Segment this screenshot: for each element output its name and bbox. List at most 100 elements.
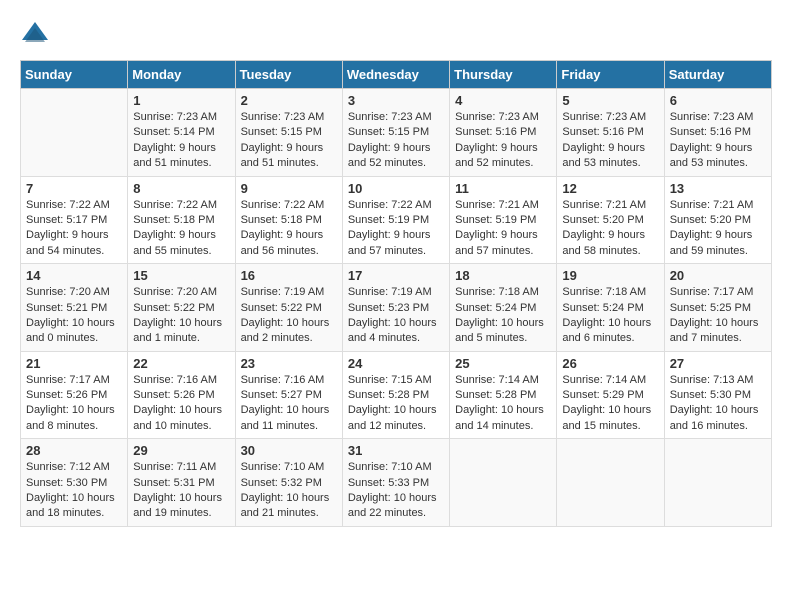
day-number: 5 bbox=[562, 93, 658, 108]
calendar-cell: 7 Sunrise: 7:22 AMSunset: 5:17 PMDaylight… bbox=[21, 176, 128, 264]
day-number: 20 bbox=[670, 268, 766, 283]
calendar-cell: 17Sunrise: 7:19 AMSunset: 5:23 PMDayligh… bbox=[342, 264, 449, 352]
calendar-cell bbox=[557, 439, 664, 527]
weekday-header-sunday: Sunday bbox=[21, 61, 128, 89]
weekday-header-monday: Monday bbox=[128, 61, 235, 89]
day-info: Sunrise: 7:17 AMSunset: 5:25 PMDaylight:… bbox=[670, 285, 766, 347]
day-number: 12 bbox=[562, 181, 658, 196]
weekday-header-tuesday: Tuesday bbox=[235, 61, 342, 89]
logo bbox=[20, 20, 54, 50]
day-info: Sunrise: 7:17 AMSunset: 5:26 PMDaylight:… bbox=[26, 373, 122, 435]
day-number: 28 bbox=[26, 443, 122, 458]
day-number: 24 bbox=[348, 356, 444, 371]
calendar-cell: 21Sunrise: 7:17 AMSunset: 5:26 PMDayligh… bbox=[21, 351, 128, 439]
calendar-cell: 18 Sunrise: 7:18 AMSunset: 5:24 PMDayligh… bbox=[450, 264, 557, 352]
day-info: Sunrise: 7:23 AMSunset: 5:15 PMDaylight:… bbox=[241, 110, 337, 172]
day-info: Sunrise: 7:23 AMSunset: 5:16 PMDaylight:… bbox=[562, 110, 658, 172]
calendar-cell: 27 Sunrise: 7:13 AMSunset: 5:30 PMDayligh… bbox=[664, 351, 771, 439]
weekday-header-saturday: Saturday bbox=[664, 61, 771, 89]
day-number: 2 bbox=[241, 93, 337, 108]
day-info: Sunrise: 7:21 AMSunset: 5:20 PMDaylight:… bbox=[670, 198, 766, 260]
day-number: 15 bbox=[133, 268, 229, 283]
day-number: 27 bbox=[670, 356, 766, 371]
calendar-cell bbox=[450, 439, 557, 527]
day-info: Sunrise: 7:16 AMSunset: 5:27 PMDaylight:… bbox=[241, 373, 337, 435]
calendar-cell: 14Sunrise: 7:20 AMSunset: 5:21 PMDayligh… bbox=[21, 264, 128, 352]
calendar-cell: 10 Sunrise: 7:22 AMSunset: 5:19 PMDayligh… bbox=[342, 176, 449, 264]
day-info: Sunrise: 7:21 AMSunset: 5:19 PMDaylight:… bbox=[455, 198, 551, 260]
calendar-cell: 26 Sunrise: 7:14 AMSunset: 5:29 PMDayligh… bbox=[557, 351, 664, 439]
day-number: 19 bbox=[562, 268, 658, 283]
day-info: Sunrise: 7:19 AMSunset: 5:23 PMDaylight:… bbox=[348, 285, 444, 347]
calendar-cell: 12 Sunrise: 7:21 AMSunset: 5:20 PMDayligh… bbox=[557, 176, 664, 264]
day-number: 30 bbox=[241, 443, 337, 458]
day-info: Sunrise: 7:14 AMSunset: 5:28 PMDaylight:… bbox=[455, 373, 551, 435]
day-number: 16 bbox=[241, 268, 337, 283]
weekday-header-thursday: Thursday bbox=[450, 61, 557, 89]
calendar-cell: 5 Sunrise: 7:23 AMSunset: 5:16 PMDaylight… bbox=[557, 89, 664, 177]
calendar-week-row: 7 Sunrise: 7:22 AMSunset: 5:17 PMDaylight… bbox=[21, 176, 772, 264]
calendar-cell: 29 Sunrise: 7:11 AMSunset: 5:31 PMDayligh… bbox=[128, 439, 235, 527]
calendar-cell: 19Sunrise: 7:18 AMSunset: 5:24 PMDayligh… bbox=[557, 264, 664, 352]
day-info: Sunrise: 7:13 AMSunset: 5:30 PMDaylight:… bbox=[670, 373, 766, 435]
calendar-cell: 1 Sunrise: 7:23 AMSunset: 5:14 PMDaylight… bbox=[128, 89, 235, 177]
day-info: Sunrise: 7:10 AMSunset: 5:33 PMDaylight:… bbox=[348, 460, 444, 522]
calendar-cell: 16 Sunrise: 7:19 AMSunset: 5:22 PMDayligh… bbox=[235, 264, 342, 352]
day-number: 25 bbox=[455, 356, 551, 371]
day-number: 9 bbox=[241, 181, 337, 196]
day-number: 10 bbox=[348, 181, 444, 196]
weekday-header-friday: Friday bbox=[557, 61, 664, 89]
calendar-cell: 31 Sunrise: 7:10 AMSunset: 5:33 PMDayligh… bbox=[342, 439, 449, 527]
day-number: 3 bbox=[348, 93, 444, 108]
day-info: Sunrise: 7:22 AMSunset: 5:19 PMDaylight:… bbox=[348, 198, 444, 260]
day-info: Sunrise: 7:11 AMSunset: 5:31 PMDaylight:… bbox=[133, 460, 229, 522]
day-info: Sunrise: 7:23 AMSunset: 5:16 PMDaylight:… bbox=[670, 110, 766, 172]
calendar-week-row: 1 Sunrise: 7:23 AMSunset: 5:14 PMDaylight… bbox=[21, 89, 772, 177]
calendar-cell: 13 Sunrise: 7:21 AMSunset: 5:20 PMDayligh… bbox=[664, 176, 771, 264]
weekday-header-wednesday: Wednesday bbox=[342, 61, 449, 89]
day-number: 23 bbox=[241, 356, 337, 371]
day-info: Sunrise: 7:10 AMSunset: 5:32 PMDaylight:… bbox=[241, 460, 337, 522]
calendar-cell: 11 Sunrise: 7:21 AMSunset: 5:19 PMDayligh… bbox=[450, 176, 557, 264]
day-info: Sunrise: 7:14 AMSunset: 5:29 PMDaylight:… bbox=[562, 373, 658, 435]
calendar-cell: 9 Sunrise: 7:22 AMSunset: 5:18 PMDaylight… bbox=[235, 176, 342, 264]
day-number: 6 bbox=[670, 93, 766, 108]
day-number: 8 bbox=[133, 181, 229, 196]
day-number: 18 bbox=[455, 268, 551, 283]
day-number: 4 bbox=[455, 93, 551, 108]
page-header bbox=[20, 20, 772, 50]
calendar-week-row: 14Sunrise: 7:20 AMSunset: 5:21 PMDayligh… bbox=[21, 264, 772, 352]
calendar-week-row: 28 Sunrise: 7:12 AMSunset: 5:30 PMDayligh… bbox=[21, 439, 772, 527]
calendar-cell: 28 Sunrise: 7:12 AMSunset: 5:30 PMDayligh… bbox=[21, 439, 128, 527]
calendar-cell: 23 Sunrise: 7:16 AMSunset: 5:27 PMDayligh… bbox=[235, 351, 342, 439]
day-number: 13 bbox=[670, 181, 766, 196]
calendar-cell: 4 Sunrise: 7:23 AMSunset: 5:16 PMDaylight… bbox=[450, 89, 557, 177]
day-info: Sunrise: 7:22 AMSunset: 5:18 PMDaylight:… bbox=[241, 198, 337, 260]
calendar-cell: 22Sunrise: 7:16 AMSunset: 5:26 PMDayligh… bbox=[128, 351, 235, 439]
day-info: Sunrise: 7:23 AMSunset: 5:14 PMDaylight:… bbox=[133, 110, 229, 172]
calendar-cell bbox=[664, 439, 771, 527]
day-info: Sunrise: 7:15 AMSunset: 5:28 PMDaylight:… bbox=[348, 373, 444, 435]
day-info: Sunrise: 7:18 AMSunset: 5:24 PMDaylight:… bbox=[455, 285, 551, 347]
day-info: Sunrise: 7:22 AMSunset: 5:17 PMDaylight:… bbox=[26, 198, 122, 260]
day-info: Sunrise: 7:23 AMSunset: 5:16 PMDaylight:… bbox=[455, 110, 551, 172]
day-info: Sunrise: 7:21 AMSunset: 5:20 PMDaylight:… bbox=[562, 198, 658, 260]
day-info: Sunrise: 7:23 AMSunset: 5:15 PMDaylight:… bbox=[348, 110, 444, 172]
calendar-cell: 2 Sunrise: 7:23 AMSunset: 5:15 PMDaylight… bbox=[235, 89, 342, 177]
calendar-cell: 8Sunrise: 7:22 AMSunset: 5:18 PMDaylight… bbox=[128, 176, 235, 264]
calendar-table: SundayMondayTuesdayWednesdayThursdayFrid… bbox=[20, 60, 772, 527]
day-number: 26 bbox=[562, 356, 658, 371]
day-number: 1 bbox=[133, 93, 229, 108]
calendar-cell: 6 Sunrise: 7:23 AMSunset: 5:16 PMDaylight… bbox=[664, 89, 771, 177]
calendar-week-row: 21Sunrise: 7:17 AMSunset: 5:26 PMDayligh… bbox=[21, 351, 772, 439]
day-number: 31 bbox=[348, 443, 444, 458]
calendar-cell: 25 Sunrise: 7:14 AMSunset: 5:28 PMDayligh… bbox=[450, 351, 557, 439]
day-info: Sunrise: 7:19 AMSunset: 5:22 PMDaylight:… bbox=[241, 285, 337, 347]
calendar-cell: 3 Sunrise: 7:23 AMSunset: 5:15 PMDaylight… bbox=[342, 89, 449, 177]
day-info: Sunrise: 7:16 AMSunset: 5:26 PMDaylight:… bbox=[133, 373, 229, 435]
day-info: Sunrise: 7:12 AMSunset: 5:30 PMDaylight:… bbox=[26, 460, 122, 522]
day-number: 7 bbox=[26, 181, 122, 196]
calendar-cell bbox=[21, 89, 128, 177]
day-number: 11 bbox=[455, 181, 551, 196]
day-number: 29 bbox=[133, 443, 229, 458]
